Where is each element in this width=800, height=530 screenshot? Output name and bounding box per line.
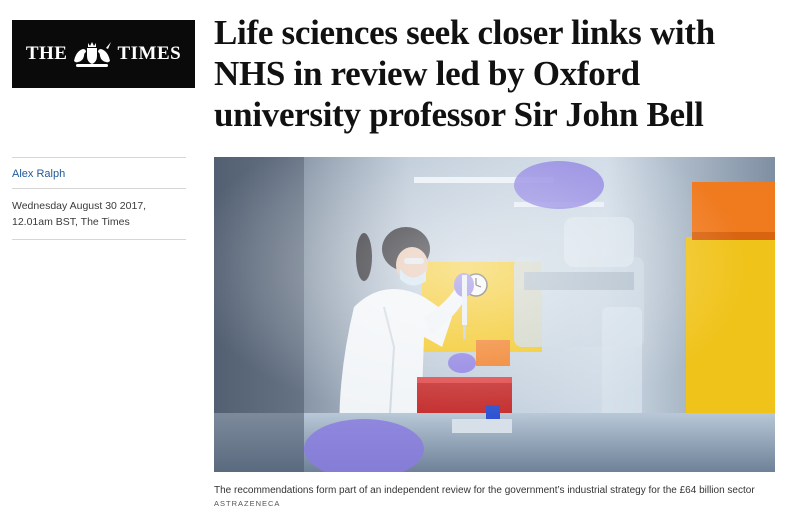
byline-column: Alex Ralph Wednesday August 30 2017, 12.… bbox=[12, 157, 186, 240]
masthead-word-left: THE bbox=[25, 43, 68, 64]
masthead-logo[interactable]: THE TIMES bbox=[12, 20, 195, 88]
article-headline: Life sciences seek closer links with NHS… bbox=[214, 13, 715, 134]
royal-crest-icon bbox=[74, 42, 112, 67]
author-link[interactable]: Alex Ralph bbox=[12, 158, 186, 188]
image-credit: ASTRAZENECA bbox=[214, 499, 281, 508]
masthead-word-right: TIMES bbox=[117, 43, 182, 64]
image-caption: The recommendations form part of an inde… bbox=[214, 485, 755, 496]
hero-image[interactable] bbox=[214, 157, 775, 472]
divider bbox=[12, 239, 186, 240]
publish-dateline: Wednesday August 30 2017, 12.01am BST, T… bbox=[12, 200, 147, 228]
masthead-inner: THE TIMES bbox=[26, 39, 181, 69]
